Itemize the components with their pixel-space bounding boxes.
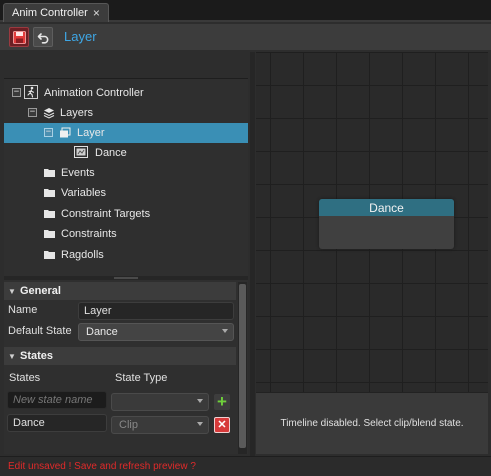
tree-item-ragdolls[interactable]: Ragdolls — [4, 245, 248, 265]
scrollbar-thumb[interactable] — [239, 284, 246, 448]
tree-item-events[interactable]: Events — [4, 163, 248, 183]
tree-item-constraints[interactable]: Constraints — [4, 224, 248, 244]
tree-item-label: Dance — [95, 147, 127, 159]
properties-scrollbar[interactable] — [238, 282, 247, 454]
page-title: Layer — [64, 29, 97, 44]
undo-button[interactable] — [33, 27, 53, 47]
undo-icon — [37, 32, 48, 44]
chevron-down-icon — [222, 329, 228, 333]
section-title: States — [20, 350, 54, 362]
tree-item-variables[interactable]: Variables — [4, 183, 248, 203]
default-state-value: Dance — [86, 326, 118, 338]
layers-icon — [42, 106, 55, 119]
delete-state-button[interactable]: ✕ — [214, 417, 230, 433]
folder-icon — [44, 250, 55, 259]
default-state-label: Default State — [8, 325, 72, 337]
left-panel: − Animation Controller − Layers − Layer — [4, 78, 248, 454]
tree-item-label: Events — [61, 167, 95, 179]
hierarchy-tree: − Animation Controller − Layers − Layer — [4, 78, 248, 274]
section-title: General — [20, 285, 61, 297]
tree-item-label: Variables — [61, 187, 107, 199]
collapse-icon[interactable]: − — [12, 88, 21, 97]
states-column-header: States — [9, 372, 41, 384]
tree-item-label: Layer — [77, 127, 105, 139]
status-message[interactable]: Edit unsaved ! Save and refresh preview … — [8, 461, 196, 472]
folder-icon — [44, 168, 55, 177]
layer-icon — [58, 126, 71, 139]
state-node-dance[interactable]: Dance — [319, 199, 454, 249]
state-type-value: Clip — [119, 419, 138, 431]
state-node-title: Dance — [319, 199, 454, 216]
tree-item-constraint-targets[interactable]: Constraint Targets — [4, 204, 248, 224]
section-states-header[interactable]: ▼ States — [4, 347, 236, 365]
add-state-button[interactable]: + — [214, 392, 230, 411]
tree-item-label: Animation Controller — [44, 87, 144, 99]
close-icon[interactable]: × — [93, 6, 100, 20]
collapse-icon[interactable]: − — [28, 108, 37, 117]
tab-title: Anim Controller — [12, 7, 88, 19]
running-figure-icon — [24, 85, 38, 99]
tree-item-layer[interactable]: − Layer — [4, 123, 248, 143]
tree-item-label: Layers — [60, 107, 94, 119]
properties-panel: ▼ General Name Layer Default State Dance… — [4, 280, 248, 454]
state-graph-canvas[interactable]: Dance — [256, 52, 488, 392]
status-bar: Edit unsaved ! Save and refresh preview … — [0, 456, 491, 476]
chevron-down-icon — [197, 422, 203, 426]
plus-icon: + — [217, 392, 227, 411]
collapse-arrow-icon: ▼ — [8, 351, 16, 361]
state-type-select[interactable]: Clip — [111, 416, 209, 434]
name-field[interactable]: Layer — [78, 302, 234, 320]
timeline-panel: Timeline disabled. Select clip/blend sta… — [256, 392, 488, 454]
clip-icon — [74, 146, 88, 158]
close-icon: ✕ — [217, 419, 227, 431]
state-name-field[interactable]: Dance — [7, 414, 107, 432]
save-button[interactable] — [9, 27, 29, 47]
state-type-column-header: State Type — [115, 372, 168, 384]
tree-item-label: Constraint Targets — [61, 208, 151, 220]
default-state-select[interactable]: Dance — [78, 323, 234, 341]
tab-bar: Anim Controller × — [0, 0, 491, 22]
new-state-placeholder: New state name — [13, 394, 93, 406]
tree-item-label: Constraints — [61, 228, 117, 240]
folder-icon — [44, 188, 55, 197]
tab-anim-controller[interactable]: Anim Controller × — [3, 3, 109, 22]
chevron-down-icon — [197, 399, 203, 403]
tree-item-layers[interactable]: − Layers — [4, 103, 248, 123]
tree-item-label: Ragdolls — [61, 249, 104, 261]
toolbar: Layer — [0, 24, 491, 50]
save-icon — [12, 30, 26, 44]
new-state-type-select[interactable] — [111, 393, 209, 411]
timeline-message: Timeline disabled. Select clip/blend sta… — [280, 418, 464, 429]
tree-item-animation-controller[interactable]: − Animation Controller — [4, 83, 248, 103]
new-state-name-input[interactable]: New state name — [7, 391, 107, 409]
vertical-splitter[interactable] — [250, 52, 255, 456]
folder-icon — [44, 209, 55, 218]
folder-icon — [44, 229, 55, 238]
name-label: Name — [8, 304, 38, 316]
tree-item-dance[interactable]: Dance — [4, 143, 248, 163]
section-general-header[interactable]: ▼ General — [4, 282, 236, 300]
collapse-arrow-icon: ▼ — [8, 286, 16, 296]
collapse-icon[interactable]: − — [44, 128, 53, 137]
